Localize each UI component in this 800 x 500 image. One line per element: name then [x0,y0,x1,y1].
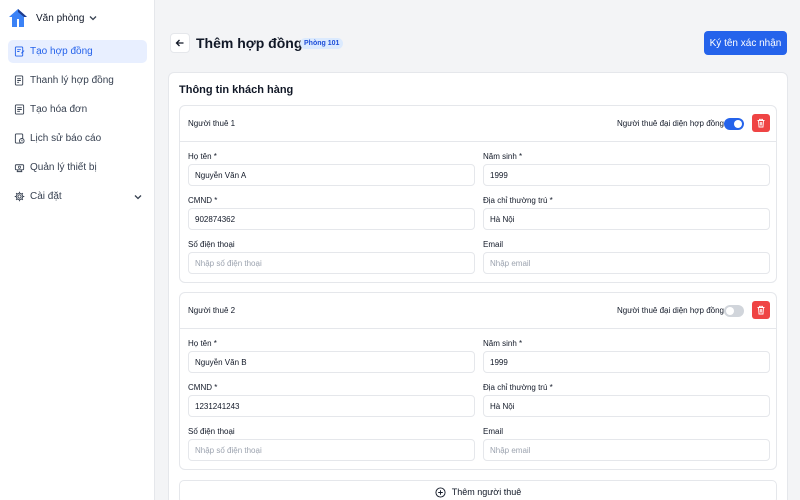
logo-icon [9,9,27,27]
representative-toggle[interactable] [724,118,744,130]
phone-label: Số điện thoại [188,427,235,436]
sidebar-item-label: Tạo hóa đơn [30,104,88,115]
workspace-name: Văn phòng [36,12,85,24]
id-card-input[interactable] [188,208,475,230]
birth-year-input[interactable] [483,351,770,373]
address-input[interactable] [483,208,770,230]
sidebar-item-report-history[interactable]: Lịch sử báo cáo [8,127,147,150]
toggle-knob [734,120,742,128]
fullname-label: Họ tên * [188,339,217,348]
fullname-input[interactable] [188,164,475,186]
sidebar-item-label: Quản lý thiết bị [30,162,97,173]
tenant-header: Người thuê 1 Người thuê đại diện hợp đồn… [180,106,776,142]
section-title: Thông tin khách hàng [179,84,294,96]
report-history-icon [14,133,25,144]
main-content: Thêm hợp đồng Phòng 101 Ký tên xác nhận … [156,0,800,500]
toggle-knob [726,307,734,315]
page-title: Thêm hợp đồng [196,35,303,51]
tenant-name: Người thuê 2 [188,306,236,315]
fullname-input[interactable] [188,351,475,373]
sidebar-item-label: Thanh lý hợp đồng [30,75,114,86]
room-badge: Phòng 101 [300,38,344,49]
trash-icon [757,118,765,128]
phone-input[interactable] [188,439,475,461]
sidebar-item-settings[interactable]: Cài đặt [8,185,147,208]
sign-confirm-button[interactable]: Ký tên xác nhận [704,31,787,55]
representative-label: Người thuê đại diện hợp đồng [616,306,724,315]
sidebar-item-liquidate-contract[interactable]: Thanh lý hợp đồng [8,69,147,92]
id-card-input[interactable] [188,395,475,417]
id-card-label: CMND * [188,196,218,205]
sidebar: Văn phòng Tạo hợp đồng Thanh lý hợp đồng… [0,0,155,500]
tenant-card-2: Người thuê 2 Người thuê đại diện hợp đồn… [179,292,777,470]
chevron-down-icon [134,195,142,200]
customer-info-card: Thông tin khách hàng Người thuê 1 Người … [168,72,788,500]
contract-icon [14,46,25,57]
add-tenant-label: Thêm người thuê [451,487,522,497]
sidebar-item-label: Cài đặt [30,191,62,202]
birth-year-input[interactable] [483,164,770,186]
add-tenant-button[interactable]: Thêm người thuê [179,480,777,500]
phone-label: Số điện thoại [188,240,235,249]
email-label: Email [483,427,504,436]
fullname-label: Họ tên * [188,152,217,161]
id-card-label: CMND * [188,383,218,392]
representative-toggle[interactable] [724,305,744,317]
tenant-card-1: Người thuê 1 Người thuê đại diện hợp đồn… [179,105,777,283]
birth-year-label: Năm sinh * [483,339,523,348]
sidebar-item-label: Tạo hợp đồng [30,46,93,57]
trash-icon [757,305,765,315]
tenant-header: Người thuê 2 Người thuê đại diện hợp đồn… [180,293,776,329]
delete-tenant-button[interactable] [752,114,770,132]
sidebar-item-create-invoice[interactable]: Tạo hóa đơn [8,98,147,121]
email-input[interactable] [483,439,770,461]
address-label: Địa chỉ thường trú * [483,383,553,392]
gear-icon [14,191,25,202]
plus-circle-icon [435,486,446,498]
arrow-left-icon [175,39,184,47]
address-label: Địa chỉ thường trú * [483,196,553,205]
invoice-icon [14,104,25,115]
back-button[interactable] [170,33,190,53]
sidebar-item-device-management[interactable]: Quản lý thiết bị [8,156,147,179]
address-input[interactable] [483,395,770,417]
phone-input[interactable] [188,252,475,274]
email-input[interactable] [483,252,770,274]
sidebar-item-label: Lịch sử báo cáo [30,133,102,144]
email-label: Email [483,240,504,249]
sidebar-item-create-contract[interactable]: Tạo hợp đồng [8,40,147,63]
contract-end-icon [14,75,24,86]
device-icon [14,164,25,173]
chevron-down-icon [89,16,97,21]
sidebar-nav: Tạo hợp đồng Thanh lý hợp đồng Tạo hóa đ… [8,40,147,214]
birth-year-label: Năm sinh * [483,152,523,161]
delete-tenant-button[interactable] [752,301,770,319]
representative-label: Người thuê đại diện hợp đồng [616,119,724,128]
tenant-name: Người thuê 1 [188,119,236,128]
workspace-switcher[interactable]: Văn phòng [8,8,98,28]
